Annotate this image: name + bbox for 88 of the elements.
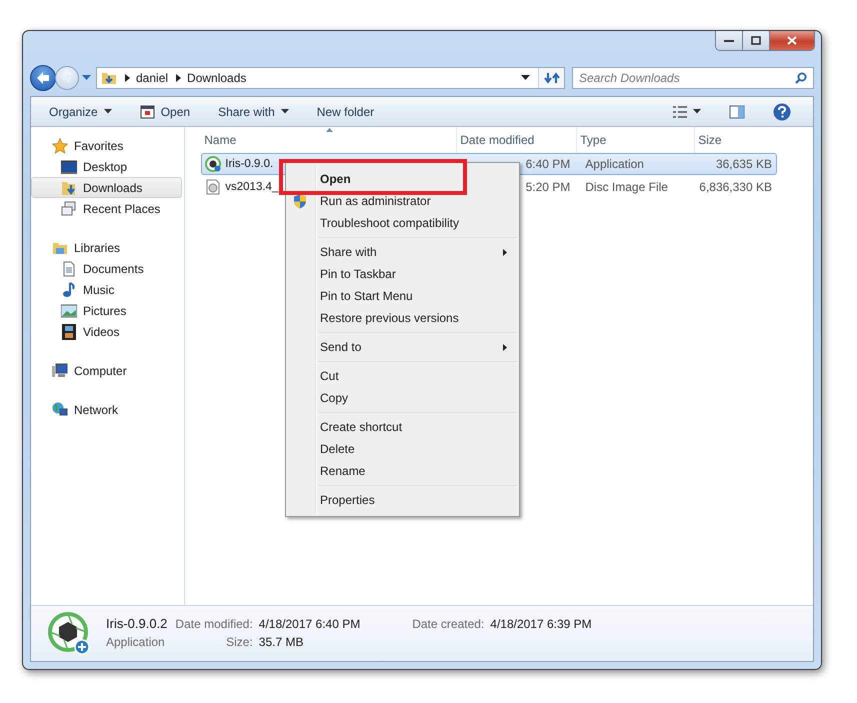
property-label: Date created: [412,617,484,631]
folder-icon [101,70,117,86]
file-name: Iris-0.9.0.2 [106,616,168,631]
menu-item[interactable]: Create shortcut [288,416,517,438]
chevron-icon[interactable] [125,74,130,82]
size-cell: 36,635 KB [716,157,772,171]
back-arrow-icon [35,71,51,85]
nav-item[interactable]: Recent Places [31,198,182,219]
breadcrumb[interactable]: daniel [136,71,168,85]
nav-item[interactable]: Downloads [31,177,182,198]
maximize-button[interactable] [743,31,770,50]
nav-item[interactable]: Desktop [31,156,182,177]
file-name: Iris-0.9.0. [225,158,274,170]
chevron-icon[interactable] [176,74,182,82]
type-cell: Application [585,157,644,171]
network-icon [52,402,68,418]
caret-icon [280,109,289,114]
search-icon[interactable] [795,72,807,84]
help-icon [773,102,791,120]
recent-places-icon [61,200,77,216]
menu-item[interactable]: Troubleshoot compatibility [288,212,517,234]
computer-icon [52,362,68,378]
program-icon [140,104,155,118]
property-value: 4/18/2017 6:39 PM [490,617,592,631]
menu-item[interactable]: Delete [288,438,517,460]
menu-item[interactable]: Run as administrator [288,190,517,212]
nav-item[interactable]: Videos [31,321,182,342]
refresh-button[interactable] [538,68,564,88]
file-type: Application [106,635,166,649]
maximize-icon [751,36,761,45]
menu-item[interactable]: Cut [288,365,517,387]
close-button[interactable] [770,31,814,50]
menu-item[interactable]: Copy [288,387,517,409]
close-icon [787,36,797,45]
nav-item[interactable]: Computer [31,360,182,381]
app-icon [48,612,92,656]
date-cell: 6:40 PM [526,157,570,171]
star-icon [52,138,68,154]
menu-item[interactable]: Share with [288,241,517,263]
caret-icon [693,109,701,114]
date-cell: 5:20 PM [526,180,570,194]
toolbar-button[interactable]: Open [132,102,198,122]
menu-item[interactable]: Properties [288,489,517,511]
preview-pane-icon [729,104,745,118]
file-name: vs2013.4_ [225,181,278,193]
property-value: 4/18/2017 6:40 PM [258,617,360,631]
toolbar-button[interactable]: Share with [210,102,297,122]
refresh-icon [544,71,560,85]
address-bar[interactable]: daniel Downloads [96,67,565,89]
nav-item[interactable]: Libraries [31,237,182,258]
toolbar-button[interactable]: Organize [41,102,120,122]
document-icon [61,260,77,276]
property-value: 35.7 MB [258,635,304,649]
back-button[interactable] [30,65,56,91]
nav-item[interactable]: Documents [31,258,182,279]
breadcrumb[interactable]: Downloads [187,71,246,85]
column-header[interactable]: Size [695,127,777,153]
caret-icon [104,109,112,114]
menu-item[interactable]: Send to [288,336,517,358]
download-folder-icon [61,180,77,196]
music-note-icon [61,282,77,298]
nav-item[interactable]: Pictures [31,300,182,321]
nav-item[interactable]: Network [31,399,182,420]
menu-item[interactable]: Pin to Taskbar [288,263,517,285]
dropdown-icon[interactable] [521,75,530,81]
menu-item[interactable]: Rename [288,460,517,482]
property-label: Date modified: [175,617,253,631]
property-label: Size: [225,635,253,649]
toolbar-button[interactable]: New folder [308,102,382,122]
pictures-icon [61,302,77,318]
menu-item[interactable]: Open [288,168,361,190]
nav-item[interactable]: Music [31,279,182,300]
minimize-button[interactable] [716,31,743,50]
disc-image-icon [205,179,222,195]
list-view-icon [673,106,687,118]
film-icon [61,324,77,340]
menu-item[interactable]: Pin to Start Menu [288,285,517,307]
app-icon [205,156,222,172]
type-cell: Disc Image File [585,180,668,194]
desktop-icon [61,158,77,174]
submenu-arrow-icon [503,344,507,351]
minimize-icon [724,38,734,42]
shield-icon [293,194,307,209]
nav-item[interactable]: Favorites [31,135,182,156]
search-field[interactable]: Search Downloads [572,67,814,89]
menu-item[interactable]: Restore previous versions [288,307,517,329]
submenu-arrow-icon [503,249,507,256]
size-cell: 6,836,330 KB [699,180,772,194]
